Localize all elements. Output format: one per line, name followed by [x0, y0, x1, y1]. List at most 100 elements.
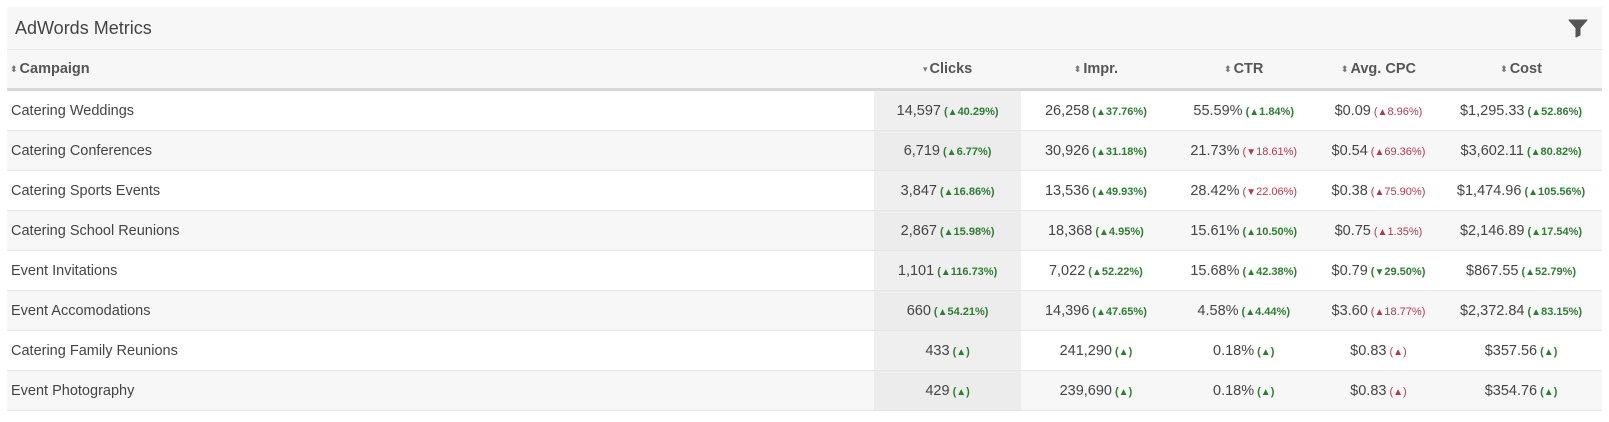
column-header-label: Impr. [1083, 61, 1118, 77]
table-header-row: ⬍ Campaign ▾ Clicks ⬍ Impr. ⬍ CTR ⬍ Avg. CPC ⬍ Cost [7, 50, 1602, 91]
ctr-cell: 55.59% (▲1.84%) [1170, 89, 1317, 131]
change-percent: 10.50% [1256, 225, 1294, 238]
impr-value: 14,396 [1044, 302, 1090, 319]
change-percent: 18.77% [1384, 305, 1422, 318]
change-indicator: (▲52.79%) [1521, 265, 1577, 278]
cpc-cell: $0.83 (▲) [1316, 330, 1441, 371]
change-indicator: (▲83.15%) [1527, 305, 1583, 318]
triangle-up-icon: ▲ [1095, 186, 1106, 198]
triangle-up-icon: ▲ [946, 146, 957, 158]
change-indicator: (▲116.73%) [937, 265, 998, 278]
cost-cell: $354.76 (▲) [1440, 370, 1602, 411]
triangle-up-icon: ▲ [1393, 386, 1404, 398]
ctr-value: 15.68% [1190, 262, 1240, 279]
triangle-up-icon: ▲ [1374, 186, 1385, 198]
change-indicator: (▲4.44%) [1241, 305, 1290, 318]
triangle-up-icon: ▲ [1260, 346, 1271, 358]
change-indicator: (▲15.98%) [939, 225, 995, 238]
column-header-campaign[interactable]: ⬍ Campaign [7, 50, 874, 91]
triangle-up-icon: ▲ [1095, 146, 1106, 158]
change-indicator: (▲6.77%) [943, 145, 992, 158]
triangle-up-icon: ▲ [943, 226, 954, 238]
triangle-up-icon: ▲ [1118, 386, 1129, 398]
change-percent: 22.06% [1256, 185, 1294, 198]
table-body: Catering Weddings 14,597 (▲40.29%) 26,258 (▲… [7, 89, 1602, 411]
triangle-up-icon: ▲ [956, 386, 967, 398]
clicks-value: 429 [925, 382, 950, 399]
triangle-up-icon: ▲ [1531, 106, 1542, 118]
triangle-up-icon: ▲ [1095, 306, 1106, 318]
column-header-ctr[interactable]: ⬍ CTR [1170, 50, 1317, 91]
change-indicator: (▲16.86%) [939, 185, 995, 198]
table-row[interactable]: Event Invitations 1,101 (▲116.73%) 7,022 (▲5… [7, 250, 1602, 291]
cost-cell: $2,372.84 (▲83.15%) [1440, 290, 1602, 331]
triangle-up-icon: ▲ [1095, 106, 1106, 118]
cpc-value: $0.54 [1331, 142, 1368, 159]
sort-both-icon: ⬍ [1340, 64, 1349, 74]
change-percent: 18.61% [1256, 145, 1294, 158]
sort-both-icon: ⬍ [1500, 64, 1508, 74]
change-percent: 17.54% [1541, 225, 1579, 238]
change-percent: 49.93% [1105, 185, 1144, 198]
change-indicator: (▲) [1540, 345, 1558, 358]
filter-icon[interactable] [1568, 18, 1588, 38]
table-row[interactable]: Catering Sports Events 3,847 (▲16.86%) 13,5… [7, 170, 1602, 211]
ctr-value: 4.58% [1197, 302, 1239, 319]
campaign-name: Event Invitations [7, 250, 874, 291]
widget-header: AdWords Metrics [7, 7, 1602, 50]
cpc-value: $3.60 [1331, 302, 1368, 319]
clicks-cell: 2,867 (▲15.98%) [873, 210, 1022, 251]
cpc-cell: $0.83 (▲) [1316, 370, 1441, 411]
change-indicator: (▲) [952, 345, 970, 358]
campaign-name: Catering Conferences [7, 130, 874, 171]
table-row[interactable]: Catering Conferences 6,719 (▲6.77%) 30,926(… [7, 130, 1602, 171]
change-percent: 69.36% [1384, 145, 1422, 158]
ctr-value: 15.61% [1190, 222, 1240, 239]
clicks-cell: 433 (▲) [873, 330, 1022, 371]
column-header-impr[interactable]: ⬍ Impr. [1021, 50, 1171, 91]
table-row[interactable]: Catering Weddings 14,597 (▲40.29%) 26,258 (▲… [7, 89, 1602, 131]
change-indicator: (▲42.38%) [1242, 265, 1298, 278]
table-row[interactable]: Catering School Reunions 2,867 (▲15.98%) 18… [7, 210, 1602, 251]
column-header-cpc[interactable]: ⬍ Avg. CPC [1316, 50, 1441, 91]
table-row[interactable]: Catering Family Reunions 433 (▲) 241,290 (▲)… [7, 330, 1602, 371]
cpc-cell: $0.38 (▲75.90%) [1316, 170, 1441, 211]
impr-cell: 241,290 (▲) [1021, 330, 1171, 371]
change-indicator: (▲52.22%) [1088, 265, 1143, 278]
triangle-up-icon: ▲ [1091, 266, 1102, 278]
clicks-cell: 429 (▲) [873, 370, 1022, 411]
triangle-up-icon: ▲ [1531, 306, 1542, 318]
change-percent: 83.15% [1541, 305, 1579, 318]
change-indicator: (▼29.50%) [1370, 265, 1426, 278]
change-indicator: (▼18.61%) [1242, 145, 1298, 158]
table-row[interactable]: Event Photography 429 (▲) 239,690 (▲) 0.18% (▲… [7, 370, 1602, 411]
impr-value: 30,926 [1044, 142, 1090, 159]
impr-value: 18,368 [1047, 222, 1093, 239]
cpc-value: $0.83 [1350, 342, 1387, 359]
cost-value: $2,372.84 [1459, 302, 1525, 319]
triangle-down-icon: ▼ [1246, 146, 1257, 158]
impr-cell: 30,926 (▲31.18%) [1021, 130, 1171, 171]
clicks-cell: 1,101 (▲116.73%) [873, 250, 1022, 291]
column-header-cost[interactable]: ⬍ Cost [1440, 50, 1602, 91]
change-indicator: (▲) [1540, 385, 1558, 398]
cost-value: $3,602.11 [1460, 142, 1524, 159]
triangle-up-icon: ▲ [1246, 226, 1257, 238]
impr-cell: 14,396 (▲47.65%) [1021, 290, 1171, 331]
triangle-up-icon: ▲ [1118, 346, 1129, 358]
table-row[interactable]: Event Accomodations 660 (▲54.21%) 14,396 (▲4… [7, 290, 1602, 331]
change-indicator: (▲49.93%) [1092, 185, 1147, 198]
cpc-value: $0.09 [1334, 102, 1371, 119]
change-indicator: (▲) [1114, 345, 1133, 358]
ctr-cell: 15.68% (▲42.38%) [1170, 250, 1317, 291]
triangle-up-icon: ▲ [1530, 146, 1541, 158]
ctr-value: 0.18% [1213, 382, 1255, 399]
column-header-label: Cost [1509, 61, 1542, 77]
change-percent: 15.98% [953, 225, 991, 238]
impr-value: 13,536 [1044, 182, 1090, 199]
clicks-cell: 3,847 (▲16.86%) [873, 170, 1022, 211]
ctr-cell: 28.42% (▼22.06%) [1170, 170, 1317, 211]
column-header-clicks[interactable]: ▾ Clicks [873, 50, 1022, 91]
change-indicator: (▲31.18%) [1092, 145, 1147, 158]
cost-cell: $3,602.11 (▲80.82%) [1440, 130, 1602, 171]
